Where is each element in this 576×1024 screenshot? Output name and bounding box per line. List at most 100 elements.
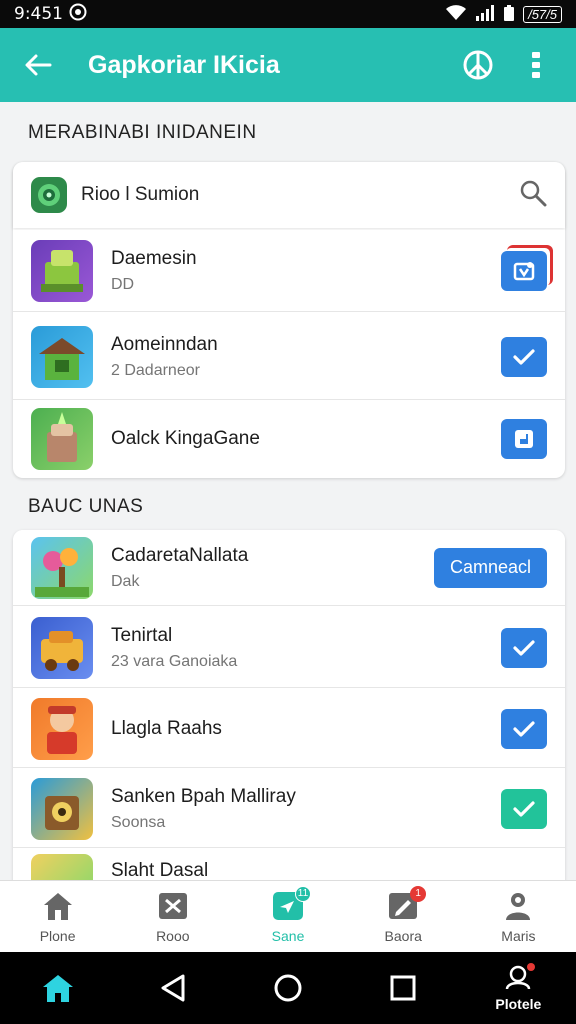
game-thumbnail xyxy=(31,697,93,760)
home-icon xyxy=(41,890,75,922)
nav-item-sane[interactable]: 11 Sane xyxy=(230,881,345,952)
nav-label: Baora xyxy=(384,927,422,944)
home-icon xyxy=(42,975,73,1002)
status-dot xyxy=(527,962,536,971)
nav-label: Plone xyxy=(39,927,76,944)
row-title: Llagla Raahs xyxy=(111,717,222,739)
status-toggle[interactable] xyxy=(501,250,547,291)
battery-small-icon xyxy=(503,4,515,24)
battery-indicator: /57/5 xyxy=(523,5,562,23)
row-title: Daemesin xyxy=(111,247,197,269)
row-text: Daemesin DD xyxy=(111,248,501,294)
list-item[interactable]: Slaht Dasal xyxy=(13,850,565,880)
triangle-back-icon xyxy=(161,974,185,1002)
connect-button[interactable]: Camneacl xyxy=(433,547,547,588)
arrow-left-icon xyxy=(25,54,52,76)
app-logo-icon xyxy=(31,177,67,213)
game-thumbnail xyxy=(31,325,93,388)
list-item[interactable]: Daemesin DD xyxy=(13,230,565,312)
row-title: Oalck KingaGane xyxy=(111,428,260,449)
nav-item-home[interactable]: Plone xyxy=(0,881,115,952)
back-button[interactable] xyxy=(18,45,58,85)
overflow-menu-button[interactable] xyxy=(514,43,558,87)
checkmark-icon xyxy=(513,800,535,817)
game-thumbnail xyxy=(31,536,93,599)
more-vertical-icon xyxy=(532,52,540,78)
play-store-icon xyxy=(515,430,533,448)
game-thumbnail xyxy=(31,777,93,840)
list-item[interactable]: Aomeinndan 2 Dadarneor xyxy=(13,314,565,400)
status-bar: 9:451 /57/5 xyxy=(0,0,576,28)
search-icon[interactable] xyxy=(519,179,547,212)
nav-label: Sane xyxy=(271,927,305,944)
edit-icon: 1 xyxy=(386,885,427,922)
profile-icon-wrap xyxy=(505,962,536,994)
send-icon: 11 xyxy=(271,885,311,922)
row-subtitle: Soonsa xyxy=(111,813,166,831)
row-subtitle: Dak xyxy=(111,572,140,590)
row-title: Tenirtal xyxy=(111,624,173,646)
nav-item-rooo[interactable]: Rooo xyxy=(115,881,230,952)
row-text: Aomeinndan 2 Dadarneor xyxy=(111,334,501,380)
profile-label: Plotele xyxy=(495,995,542,1012)
checkbox-checked[interactable] xyxy=(501,627,547,668)
close-box-icon xyxy=(156,890,190,922)
status-time: 9:451 xyxy=(14,4,63,24)
peace-icon xyxy=(463,50,493,80)
nav-item-baora[interactable]: 1 Baora xyxy=(346,881,461,952)
page-title: Gapkoriar IKicia xyxy=(88,50,280,79)
circle-icon xyxy=(274,974,302,1002)
row-text: CadaretaNallata Dak xyxy=(111,545,434,591)
nav-label: Maris xyxy=(501,927,536,944)
row-text: Oalck KingaGane xyxy=(111,428,501,450)
section-title-1: MERABINABI INIDANEIN xyxy=(28,122,257,143)
game-thumbnail xyxy=(31,616,93,679)
system-home-button[interactable] xyxy=(28,958,88,1018)
row-title: Sanken Bpah Malliray xyxy=(111,785,296,807)
row-text: Sanken Bpah Malliray Soonsa xyxy=(111,786,501,832)
game-thumbnail xyxy=(31,239,93,302)
checkmark-icon xyxy=(513,720,535,737)
checkbox-checked[interactable] xyxy=(501,336,547,377)
system-recents-button[interactable] xyxy=(373,958,433,1018)
list-item[interactable]: CadaretaNallata Dak Camneacl xyxy=(13,530,565,606)
checkmark-icon xyxy=(513,348,535,365)
section-title-2: BAUC UNAS xyxy=(28,496,144,517)
status-right: /57/5 xyxy=(445,4,562,24)
signal-icon xyxy=(475,4,495,24)
checkbox-checked[interactable] xyxy=(501,708,547,749)
row-text: Tenirtal 23 vara Ganoiaka xyxy=(111,625,501,671)
list-item[interactable]: Llagla Raahs xyxy=(13,690,565,768)
row-title: CadaretaNallata xyxy=(111,544,249,566)
list-item[interactable]: Sanken Bpah Malliray Soonsa xyxy=(13,770,565,848)
notification-badge: 11 xyxy=(295,885,311,902)
list-item[interactable]: Oalck KingaGane xyxy=(13,402,565,476)
list-item[interactable]: Tenirtal 23 vara Ganoiaka xyxy=(13,608,565,688)
game-thumbnail xyxy=(31,854,93,880)
search-bar[interactable]: Rioo l Sumion xyxy=(13,162,565,228)
checkmark-icon xyxy=(513,639,535,656)
row-text: Llagla Raahs xyxy=(111,718,501,740)
profile-button[interactable] xyxy=(456,43,500,87)
nav-label: Rooo xyxy=(156,927,190,944)
system-back-button[interactable] xyxy=(143,958,203,1018)
row-title: Slaht Dasal xyxy=(111,860,209,880)
game-thumbnail xyxy=(31,408,93,470)
nav-item-maris[interactable]: Maris xyxy=(461,881,576,952)
content-area: MERABINABI INIDANEIN Rioo l Sumion Daeme… xyxy=(0,102,576,880)
square-icon xyxy=(390,975,416,1001)
system-overview-button[interactable] xyxy=(258,958,318,1018)
status-left: 9:451 xyxy=(14,3,87,26)
play-button[interactable] xyxy=(501,419,547,459)
notification-icon xyxy=(69,3,87,26)
row-title: Aomeinndan xyxy=(111,333,218,355)
checkbox-checked[interactable] xyxy=(501,788,547,829)
badge-icon xyxy=(513,261,535,280)
person-icon xyxy=(501,890,535,922)
notification-badge: 1 xyxy=(410,885,427,902)
row-text: Slaht Dasal xyxy=(111,854,547,880)
system-profile-button[interactable]: Plotele xyxy=(488,958,548,1018)
system-navigation-bar: Plotele xyxy=(0,952,576,1024)
wifi-icon xyxy=(445,4,467,24)
row-subtitle: 23 vara Ganoiaka xyxy=(111,652,238,670)
